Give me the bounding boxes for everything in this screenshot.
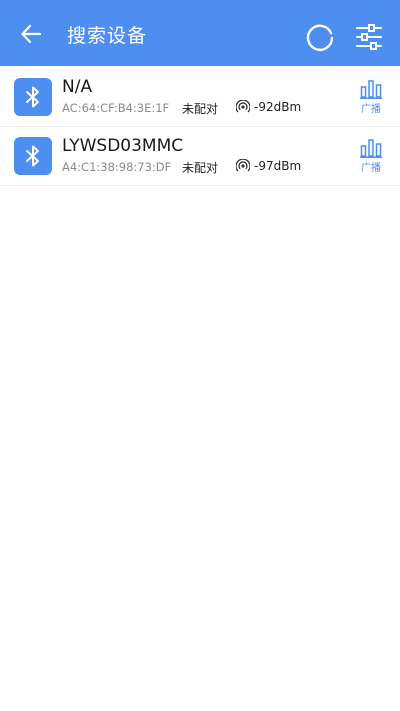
filter-button[interactable]	[354, 22, 384, 52]
app-bar: 搜索设备	[0, 0, 400, 66]
device-mac: A4:C1:38:98:73:DF	[62, 160, 172, 174]
refresh-button[interactable]	[305, 22, 335, 52]
rssi-info: -97dBm	[236, 158, 301, 174]
bar-chart-icon	[360, 80, 382, 99]
advertisement-button[interactable]: 广播	[356, 79, 386, 119]
page-title: 搜索设备	[67, 25, 148, 47]
rssi-info: -92dBm	[236, 99, 301, 115]
bluetooth-icon	[14, 78, 52, 116]
device-name: LYWSD03MMC	[62, 136, 184, 156]
bluetooth-icon	[14, 137, 52, 175]
device-list: N/A AC:64:CF:B4:3E:1F 未配对 -92dBm 广播 LYWS…	[0, 68, 400, 186]
device-name: N/A	[62, 77, 93, 97]
advertisement-label: 广播	[361, 104, 381, 115]
advertisement-button[interactable]: 广播	[356, 138, 386, 178]
rssi-value: -92dBm	[254, 100, 302, 114]
pair-status: 未配对	[182, 161, 219, 175]
pair-status: 未配对	[182, 102, 219, 116]
bar-chart-icon	[360, 139, 382, 158]
refresh-icon	[306, 24, 334, 51]
signal-icon	[236, 100, 250, 113]
signal-icon	[236, 159, 250, 172]
back-button[interactable]	[18, 21, 44, 47]
advertisement-label: 广播	[361, 163, 381, 174]
device-mac: AC:64:CF:B4:3E:1F	[62, 101, 170, 115]
device-row[interactable]: LYWSD03MMC A4:C1:38:98:73:DF 未配对 -97dBm …	[0, 127, 400, 186]
back-arrow-icon	[21, 24, 42, 44]
device-row[interactable]: N/A AC:64:CF:B4:3E:1F 未配对 -92dBm 广播	[0, 68, 400, 127]
filter-sliders-icon	[356, 24, 382, 50]
rssi-value: -97dBm	[254, 159, 302, 173]
